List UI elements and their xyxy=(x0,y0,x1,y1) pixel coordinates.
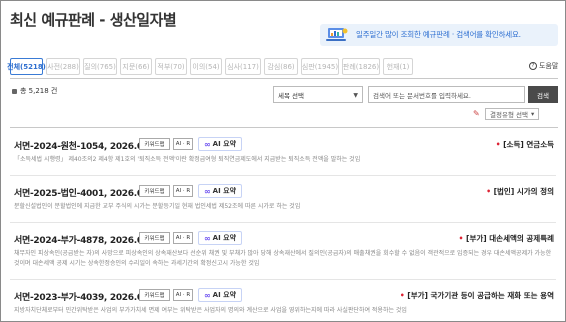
ai-r-badge[interactable]: AI · R xyxy=(173,232,193,244)
keyword-map-badge[interactable]: 키워드맵 xyxy=(139,289,170,301)
result-snippet: 채무자인 피상속인(공급받는 자)의 사망으로 피상속인의 상속재산보다 선순위… xyxy=(14,250,552,267)
tab-directive[interactable]: 지문(66) xyxy=(120,58,152,75)
bullet-icon xyxy=(12,88,17,94)
keyword-map-badge[interactable]: 키워드맵 xyxy=(139,185,170,197)
ai-summary-button[interactable]: ∞ AI 요약 xyxy=(198,288,243,302)
ai-summary-label: AI 요약 xyxy=(212,187,237,195)
search-button[interactable]: 검색 xyxy=(528,86,558,103)
tab-constitutional[interactable]: 헌재(1) xyxy=(383,58,413,75)
tab-all[interactable]: 전체(5218) xyxy=(7,58,46,75)
item-divider xyxy=(10,279,556,280)
ai-summary-button[interactable]: ∞ AI 요약 xyxy=(198,184,243,198)
keyword-map-badge[interactable]: 키워드맵 xyxy=(139,138,170,150)
help-link[interactable]: ? 도움말 xyxy=(529,61,558,71)
decision-type-filter[interactable]: 결정유형 선택 ▾ xyxy=(485,108,540,120)
result-category: • [소득] 연금소득 xyxy=(495,140,554,149)
tax-type-select[interactable]: 세목 선택 ▼ xyxy=(273,86,363,103)
search-input[interactable]: 검색어 또는 문서번호를 입력하세요. xyxy=(368,86,525,103)
ai-r-badge[interactable]: AI · R xyxy=(173,185,193,197)
tab-precedent[interactable]: 판례(1826) xyxy=(342,58,380,75)
help-icon: ? xyxy=(529,62,537,70)
item-divider xyxy=(10,175,556,176)
search-placeholder: 검색어 또는 문서번호를 입력하세요. xyxy=(373,91,471,100)
magic-wand-icon[interactable]: ✎ xyxy=(473,109,480,118)
ai-summary-button[interactable]: ∞ AI 요약 xyxy=(198,137,243,151)
result-snippet: 분할신설법인이 분할법인에 지급한 교부 주식의 시가는 분할등기일 현재 법인… xyxy=(14,203,301,210)
item-divider xyxy=(10,222,556,223)
ai-sparkle-icon: ∞ xyxy=(204,139,211,149)
banner-text: 일주일간 많이 조회한 예규판례 · 검색어를 확인하세요. xyxy=(356,30,521,39)
ai-summary-label: AI 요약 xyxy=(212,291,237,299)
result-count: 총 5,218 건 xyxy=(12,86,57,96)
decision-type-label: 결정유형 선택 xyxy=(490,111,528,119)
tab-appropriateness[interactable]: 적부(70) xyxy=(155,58,187,75)
result-category: • [법인] 시가의 정의 xyxy=(486,187,554,196)
ai-sparkle-icon: ∞ xyxy=(204,290,211,300)
result-snippet: 지방자치단체로부터 민간위탁받은 사업의 부가가치세 면제 여부는 위탁받은 사… xyxy=(14,307,407,314)
results-divider xyxy=(10,127,558,128)
category-tabs: 전체(5218) 사전(288) 질의(765) 지문(66) 적부(70) 이… xyxy=(7,58,413,75)
ai-summary-label: AI 요약 xyxy=(212,234,237,242)
tab-inquiry[interactable]: 질의(765) xyxy=(83,58,117,75)
ai-sparkle-icon: ∞ xyxy=(204,186,211,196)
ai-r-badge[interactable]: AI · R xyxy=(173,138,193,150)
tab-audit-review[interactable]: 감심(86) xyxy=(264,58,298,75)
help-label: 도움말 xyxy=(539,62,559,70)
ai-r-badge[interactable]: AI · R xyxy=(173,289,193,301)
chevron-down-icon: ▾ xyxy=(530,110,535,118)
tab-objection[interactable]: 이의(54) xyxy=(190,58,222,75)
ai-summary-button[interactable]: ∞ AI 요약 xyxy=(198,231,243,245)
laptop-chart-icon xyxy=(326,27,348,43)
tax-type-select-value: 세목 선택 xyxy=(278,91,304,100)
result-category: • [부가] 대손세액의 공제특례 xyxy=(458,234,554,243)
ai-summary-label: AI 요약 xyxy=(212,140,237,148)
result-snippet: 「소득세법 시행령」 제40조의2 제4항 제1호의 '퇴직소득 전액'이란 확… xyxy=(14,156,361,163)
tab-review[interactable]: 심사(117) xyxy=(225,58,261,75)
tabs-divider xyxy=(10,78,558,79)
tab-tribunal[interactable]: 심판(1945) xyxy=(301,58,339,75)
tab-prior-ruling[interactable]: 사전(288) xyxy=(46,58,80,75)
ai-sparkle-icon: ∞ xyxy=(204,233,211,243)
keyword-map-badge[interactable]: 키워드맵 xyxy=(139,232,170,244)
chevron-down-icon: ▼ xyxy=(353,92,358,99)
result-count-text: 총 5,218 건 xyxy=(20,87,58,95)
popular-search-banner[interactable]: 일주일간 많이 조회한 예규판례 · 검색어를 확인하세요. xyxy=(320,24,558,46)
page-title: 최신 예규판례 - 생산일자별 xyxy=(10,11,177,29)
result-category: • [부가] 국가기관 등이 공급하는 재화 또는 용역 xyxy=(399,291,554,300)
